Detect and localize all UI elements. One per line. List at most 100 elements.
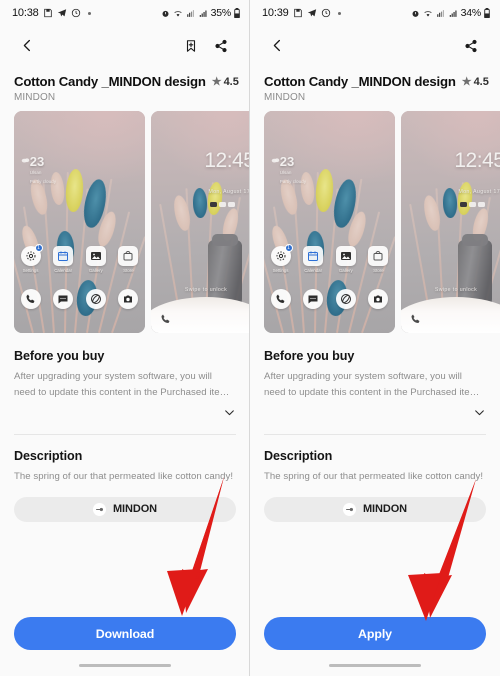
app-slot[interactable]: Calendar [53,246,74,273]
phone-app-icon[interactable] [20,288,41,309]
settings-app-icon[interactable]: 1 [270,244,293,267]
preview-gallery[interactable]: 23 Ulsan Partly cloudy 1 Settings Calend… [250,103,500,333]
status-time: 10:39 [262,7,289,19]
notification-icon [459,202,467,208]
status-bar: 10:38 35% [0,0,250,26]
settings-app-icon[interactable]: 1 [20,244,43,267]
share-icon [214,39,228,58]
notification-badge: 1 [284,244,293,253]
before-you-buy-heading: Before you buy [264,349,355,363]
designer-tag-chip[interactable]: MINDON [264,496,486,522]
description-body: The spring of our that permeated like co… [14,471,234,483]
before-you-buy-section: Before you buy After upgrading your syst… [0,349,250,400]
rating-value: 4.5 [223,75,239,88]
phone-icon[interactable] [160,312,172,324]
app-slot[interactable]: Store [368,246,389,273]
weather-condition: Partly cloudy [279,178,307,184]
calendar-app-icon[interactable] [303,246,324,267]
browser-app-icon[interactable] [85,288,106,309]
app-slot[interactable]: Store [118,246,139,273]
back-button[interactable] [262,33,292,63]
home-app-row-2 [20,288,139,309]
camera-app-icon[interactable] [368,288,389,309]
home-indicator[interactable] [329,663,421,667]
status-bar: 10:39 34% [250,0,500,26]
phone-app-icon[interactable] [270,288,291,309]
camera-app-icon[interactable] [118,288,139,309]
wifi-icon [423,9,433,18]
designer-tag-chip[interactable]: MINDON [14,496,236,522]
apply-button[interactable]: Apply [264,617,486,650]
description-heading: Description [264,449,333,464]
description-heading: Description [14,449,83,464]
preview-gallery[interactable]: 23 Ulsan Partly cloudy 1 Settings Calend… [0,103,250,333]
app-label: Gallery [88,268,103,274]
back-button[interactable] [12,33,42,63]
app-slot[interactable]: Gallery [85,246,106,273]
app-slot[interactable]: 1 Settings [20,244,43,273]
save-icon [43,8,53,18]
weather-temperature: 23 [279,154,295,170]
app-slot[interactable]: Gallery [335,246,356,273]
app-label: Store [123,268,134,274]
preview-home-screen[interactable]: 23 Ulsan Partly cloudy 1 Settings Calend… [14,111,145,333]
page-title: Cotton Candy _MINDON design [14,74,206,89]
notification-badge: 1 [34,244,43,253]
title-row: Cotton Candy _MINDON design ★ 4.5 [14,74,239,89]
battery-percent: 34% [460,7,482,19]
panel-divider [249,0,250,676]
app-nav-bar [0,26,250,70]
alarm-icon [411,9,420,18]
app-label: Calendar [304,268,323,274]
lock-screen-notification-icons [459,202,485,208]
bookmark-add-button[interactable] [176,33,206,63]
phone-icon[interactable] [410,312,422,324]
phone-screen-left: 10:38 35% Cotton Candy _MINDON design ★ … [0,0,250,676]
share-icon [464,39,478,58]
swipe-to-unlock-text: Swipe to unlock [184,287,228,294]
store-app-icon[interactable] [118,246,139,267]
weather-location: Ulsan [29,170,42,176]
description-body: The spring of our that permeated like co… [264,471,484,483]
preview-home-screen[interactable]: 23 Ulsan Partly cloudy 1 Settings Calend… [264,111,395,333]
link-icon [92,502,106,516]
preview-lock-screen[interactable]: 12:45 Mon, August 17 Swipe to unlock [151,111,250,333]
weather-widget: 23 Ulsan Partly cloudy [271,154,307,184]
download-button[interactable]: Download [14,617,236,650]
browser-app-icon[interactable] [335,288,356,309]
home-app-row-1: 1 Settings Calendar Gallery Store [20,244,139,273]
notification-icon [209,202,217,208]
gallery-app-icon[interactable] [85,246,106,267]
weather-widget: 23 Ulsan Partly cloudy [21,155,57,184]
signal-icon [449,9,458,18]
app-slot[interactable]: 1 Settings [270,244,293,273]
weather-condition: Partly cloudy [29,178,57,184]
notification-icon [477,202,485,208]
bookmark-add-icon [184,39,198,58]
battery-icon [234,8,240,18]
gallery-app-icon[interactable] [335,246,356,267]
share-button[interactable] [456,33,486,63]
status-bar-left: 10:38 [12,7,161,19]
cta-container: Apply [250,617,500,650]
weather-cloud-icon [271,156,280,165]
share-button[interactable] [206,33,236,63]
designer-tag-label: MINDON [362,503,407,516]
preview-lock-screen[interactable]: 12:45 Mon, August 17 Swipe to unlock [401,111,500,333]
section-divider [14,434,236,436]
before-you-buy-expand-button[interactable] [0,400,250,424]
messages-app-icon[interactable] [53,288,74,309]
home-app-row-2 [270,288,389,309]
status-bar-right: 34% [411,7,490,19]
lock-screen-date: Mon, August 17 [208,188,250,195]
home-indicator[interactable] [79,663,171,667]
back-chevron-icon [20,38,35,58]
store-app-icon[interactable] [368,246,389,267]
calendar-app-icon[interactable] [53,246,74,267]
app-slot[interactable]: Calendar [303,246,324,273]
before-you-buy-expand-button[interactable] [250,400,500,424]
app-label: Settings [272,268,289,274]
phone-screen-right: 10:39 34% Cotton Candy _MINDON design ★ … [250,0,500,676]
description-section: Description The spring of our that perme… [250,449,500,522]
messages-app-icon[interactable] [303,288,324,309]
